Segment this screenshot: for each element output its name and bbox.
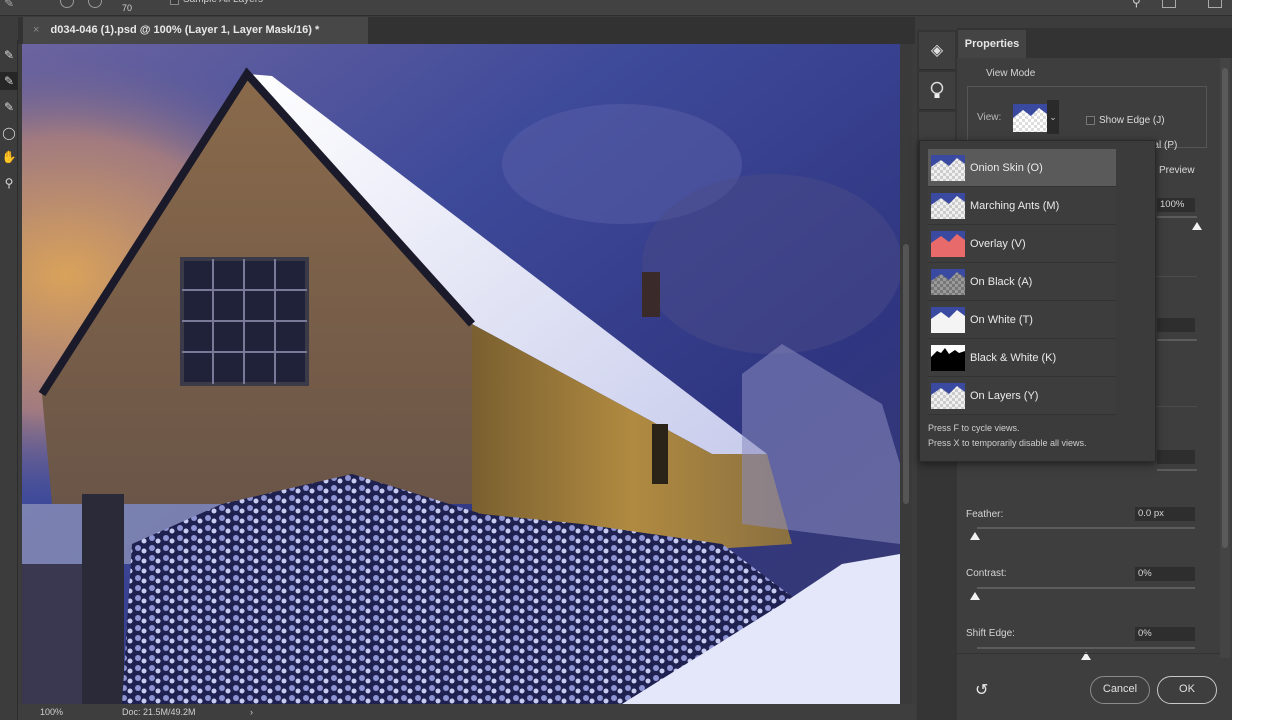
search-icon[interactable]: ⚲ <box>1132 0 1141 9</box>
contrast-field[interactable]: 0% <box>1135 567 1195 581</box>
sample-all-layers-checkbox[interactable] <box>170 0 179 5</box>
menu-item-label: Overlay (V) <box>970 238 1026 250</box>
sample-all-layers-label: Sample All Layers <box>183 0 263 5</box>
brush-size-value[interactable]: 70 <box>122 3 132 13</box>
opacity-slider[interactable] <box>1157 216 1197 218</box>
show-edge-checkbox[interactable] <box>1086 116 1095 125</box>
document-size: Doc: 21.5M/49.2M <box>122 707 196 717</box>
document-canvas[interactable] <box>22 44 900 704</box>
quick-selection-tool-icon[interactable]: ✎ <box>0 46 18 64</box>
contrast-label: Contrast: <box>966 568 1007 579</box>
photo-barn-in-snow <box>22 44 900 704</box>
status-bar: 100% Doc: 21.5M/49.2M › <box>18 704 915 720</box>
ok-button[interactable]: OK <box>1157 676 1217 704</box>
photoshop-window: ✎ 70 Sample All Layers ⚲ ✎ ✎ ✎ ◯ ✋ ⚲ × d… <box>0 0 1232 720</box>
zoom-level[interactable]: 100% <box>40 704 63 720</box>
menu-item-label: On Layers (Y) <box>970 390 1039 402</box>
view-mode-dropdown-chevron-icon[interactable]: ⌄ <box>1047 100 1059 134</box>
contrast-slider[interactable] <box>977 587 1195 589</box>
view-mode-thumbnail[interactable] <box>1013 104 1047 132</box>
document-tab[interactable]: × d034-046 (1).psd @ 100% (Layer 1, Laye… <box>23 17 368 44</box>
feather-field[interactable]: 0.0 px <box>1135 507 1195 521</box>
refine-edge-brush-tool-icon[interactable]: ✎ <box>0 72 18 90</box>
brush-mode-subtract-icon[interactable] <box>88 0 102 8</box>
opacity-slider-thumb[interactable] <box>1192 222 1202 230</box>
marching-ants-thumbnail-icon <box>931 193 965 219</box>
shift-edge-field[interactable]: 0% <box>1135 627 1195 641</box>
canvas-vertical-scrollbar[interactable] <box>900 44 912 704</box>
footer-divider <box>957 653 1220 654</box>
feather-slider[interactable] <box>977 527 1195 529</box>
view-mode-heading: View Mode <box>986 68 1036 79</box>
close-tab-icon[interactable]: × <box>33 24 39 36</box>
cancel-button[interactable]: Cancel <box>1090 676 1150 704</box>
on-layers-thumbnail-icon <box>931 383 965 409</box>
feather-slider-thumb[interactable] <box>970 532 980 540</box>
document-title: d034-046 (1).psd @ 100% (Layer 1, Layer … <box>50 24 320 36</box>
on-black-thumbnail-icon <box>931 269 965 295</box>
menu-item-black-white[interactable]: Black & White (K) <box>928 339 1116 377</box>
menu-hint-cycle: Press F to cycle views. <box>928 423 1020 433</box>
overlay-thumbnail-icon <box>931 231 965 257</box>
radius-slider[interactable] <box>1157 339 1197 341</box>
properties-scrollbar[interactable] <box>1220 58 1230 658</box>
view-mode-menu: Onion Skin (O) Marching Ants (M) Overlay… <box>919 140 1156 462</box>
share-icon[interactable] <box>1208 0 1222 8</box>
feather-label: Feather: <box>966 509 1004 520</box>
shift-edge-slider[interactable] <box>977 647 1195 649</box>
onion-skin-thumbnail-icon <box>931 155 965 181</box>
show-edge-label: Show Edge (J) <box>1099 115 1165 126</box>
brush-mode-add-icon[interactable] <box>60 0 74 8</box>
menu-item-overlay[interactable]: Overlay (V) <box>928 225 1116 263</box>
smooth-field[interactable] <box>1157 450 1195 464</box>
lasso-tool-icon[interactable]: ◯ <box>0 124 18 142</box>
menu-item-on-white[interactable]: On White (T) <box>928 301 1116 339</box>
menu-item-on-layers[interactable]: On Layers (Y) <box>928 377 1116 415</box>
smooth-slider[interactable] <box>1157 469 1197 471</box>
document-tab-bar: × d034-046 (1).psd @ 100% (Layer 1, Laye… <box>18 17 915 44</box>
tab-properties[interactable]: Properties <box>958 30 1026 58</box>
reset-icon[interactable]: ↺ <box>975 680 988 700</box>
layers-icon[interactable]: ◈ <box>919 32 955 70</box>
contrast-slider-thumb[interactable] <box>970 592 980 600</box>
view-label: View: <box>977 112 1002 123</box>
view-mode-list: Onion Skin (O) Marching Ants (M) Overlay… <box>928 149 1116 415</box>
hand-tool-icon[interactable]: ✋ <box>0 148 18 166</box>
menu-item-label: Onion Skin (O) <box>970 162 1043 174</box>
menu-item-label: Marching Ants (M) <box>970 200 1060 212</box>
radius-field[interactable] <box>1157 318 1195 332</box>
brush-preset-icon[interactable]: ✎ <box>4 0 14 10</box>
workspace-icon[interactable] <box>1162 0 1176 8</box>
scrollbar-thumb[interactable] <box>903 244 909 504</box>
menu-item-on-black[interactable]: On Black (A) <box>928 263 1116 301</box>
options-bar: ✎ 70 Sample All Layers ⚲ <box>0 0 1232 16</box>
opacity-field[interactable]: 100% <box>1157 198 1195 212</box>
lightbulb-icon[interactable] <box>919 72 955 110</box>
properties-tab-bar: Properties <box>957 28 1232 58</box>
menu-item-marching-ants[interactable]: Marching Ants (M) <box>928 187 1116 225</box>
tools-panel: ✎ ✎ ✎ ◯ ✋ ⚲ <box>0 40 18 720</box>
menu-item-onion-skin[interactable]: Onion Skin (O) <box>928 149 1116 187</box>
menu-item-label: Black & White (K) <box>970 352 1057 364</box>
menu-item-label: On White (T) <box>970 314 1033 326</box>
zoom-tool-icon[interactable]: ⚲ <box>0 174 18 192</box>
status-menu-arrow[interactable]: › <box>250 704 253 720</box>
on-white-thumbnail-icon <box>931 307 965 333</box>
menu-hint-disable: Press X to temporarily disable all views… <box>928 438 1087 448</box>
preview-label: Preview <box>1159 165 1195 176</box>
black-white-thumbnail-icon <box>931 345 965 371</box>
brush-tool-icon[interactable]: ✎ <box>0 98 18 116</box>
shift-edge-label: Shift Edge: <box>966 628 1015 639</box>
scrollbar-thumb[interactable] <box>1222 68 1228 548</box>
menu-item-label: On Black (A) <box>970 276 1033 288</box>
